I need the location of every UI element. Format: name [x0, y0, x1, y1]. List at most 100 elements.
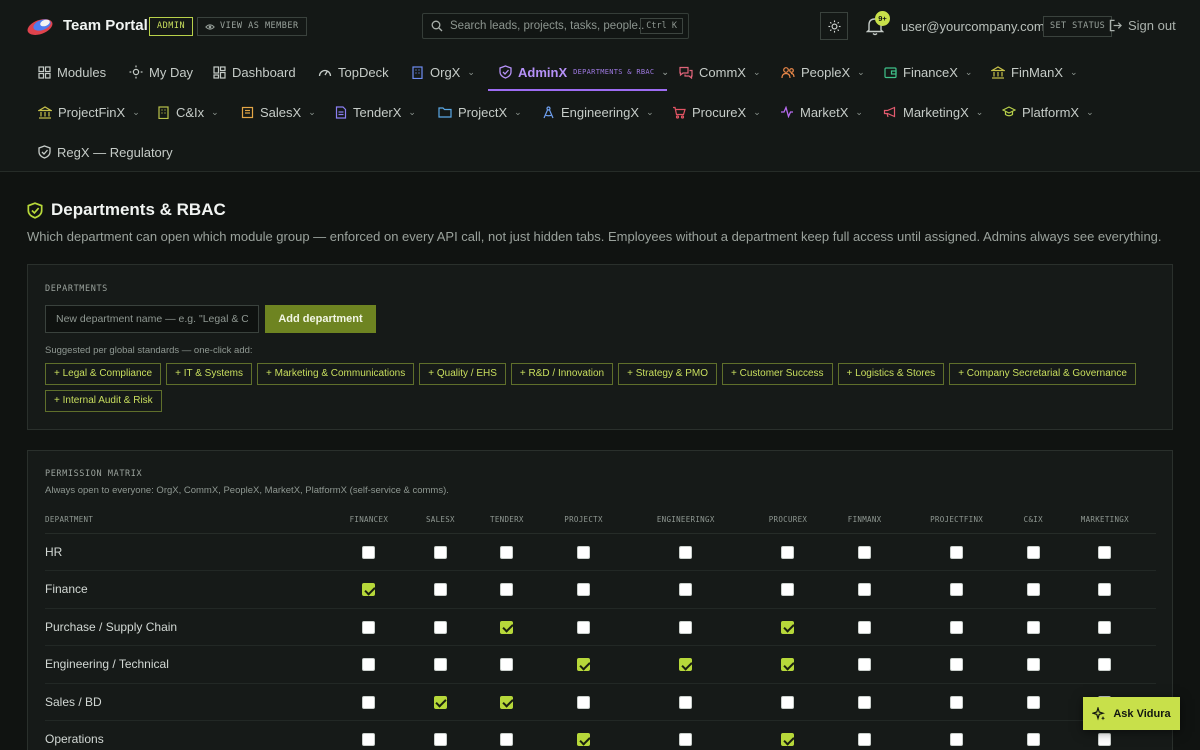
permission-checkbox[interactable] [1026, 695, 1040, 709]
permission-checkbox[interactable] [433, 620, 447, 634]
permission-checkbox[interactable] [679, 695, 693, 709]
permission-checkbox[interactable] [1026, 545, 1040, 559]
suggestion-chip[interactable]: + Legal & Compliance [45, 363, 162, 385]
sign-out-button[interactable]: Sign out [1109, 18, 1176, 33]
permission-checkbox[interactable] [433, 695, 447, 709]
nav-platformx[interactable]: PlatformX ⌄ [1002, 101, 1094, 123]
permission-checkbox[interactable] [362, 695, 376, 709]
permission-checkbox[interactable] [858, 545, 872, 559]
nav-marketx[interactable]: MarketX ⌄ [780, 101, 863, 123]
nav-orgx[interactable]: OrgX ⌄ [411, 61, 475, 83]
suggestion-chip[interactable]: + Company Secretarial & Governance [949, 363, 1136, 385]
permission-checkbox[interactable] [577, 545, 591, 559]
permission-checkbox[interactable] [1026, 620, 1040, 634]
new-department-input[interactable] [45, 305, 259, 333]
permission-checkbox[interactable] [950, 620, 964, 634]
permission-checkbox[interactable] [500, 695, 514, 709]
permission-checkbox[interactable] [362, 583, 376, 597]
suggestion-chip[interactable]: + IT & Systems [166, 363, 253, 385]
permission-checkbox[interactable] [433, 545, 447, 559]
nav-regx[interactable]: RegX — Regulatory [38, 141, 173, 163]
permission-checkbox[interactable] [433, 733, 447, 747]
permission-checkbox[interactable] [362, 545, 376, 559]
nav-topdeck[interactable]: TopDeck [318, 61, 389, 83]
permission-checkbox[interactable] [1098, 733, 1112, 747]
permission-checkbox[interactable] [1098, 620, 1112, 634]
permission-checkbox[interactable] [577, 658, 591, 672]
permission-checkbox[interactable] [362, 733, 376, 747]
nav-peoplex[interactable]: PeopleX ⌄ [781, 61, 865, 83]
permission-checkbox[interactable] [500, 620, 514, 634]
suggestion-chip[interactable]: + Quality / EHS [419, 363, 506, 385]
nav-tenderx[interactable]: TenderX ⌄ [335, 101, 416, 123]
permission-checkbox[interactable] [433, 658, 447, 672]
permission-checkbox[interactable] [950, 583, 964, 597]
permission-checkbox[interactable] [500, 545, 514, 559]
permission-checkbox[interactable] [781, 583, 795, 597]
nav-dashboard[interactable]: Dashboard [213, 61, 296, 83]
permission-checkbox[interactable] [1026, 733, 1040, 747]
nav-commx[interactable]: CommX ⌄ [679, 61, 761, 83]
suggestion-chip[interactable]: + Internal Audit & Risk [45, 390, 162, 412]
logo-icon[interactable] [26, 15, 54, 37]
permission-checkbox[interactable] [577, 695, 591, 709]
permission-checkbox[interactable] [858, 733, 872, 747]
nav-engineeringx[interactable]: EngineeringX ⌄ [542, 101, 654, 123]
nav-procurex[interactable]: ProcureX ⌄ [672, 101, 761, 123]
user-email[interactable]: user@yourcompany.com [901, 19, 1045, 34]
permission-checkbox[interactable] [950, 695, 964, 709]
nav-projectx[interactable]: ProjectX ⌄ [438, 101, 522, 123]
permission-checkbox[interactable] [362, 620, 376, 634]
add-department-button[interactable]: Add department [265, 305, 376, 333]
permission-checkbox[interactable] [950, 733, 964, 747]
permission-checkbox[interactable] [1098, 658, 1112, 672]
permission-checkbox[interactable] [679, 583, 693, 597]
nav-finmanx[interactable]: FinManX ⌄ [991, 61, 1078, 83]
permission-checkbox[interactable] [679, 733, 693, 747]
nav-cix[interactable]: C&Ix ⌄ [157, 101, 219, 123]
permission-checkbox[interactable] [500, 733, 514, 747]
app-title[interactable]: Team Portal [63, 17, 148, 34]
permission-checkbox[interactable] [577, 733, 591, 747]
permission-checkbox[interactable] [858, 583, 872, 597]
suggestion-chip[interactable]: + Strategy & PMO [618, 363, 717, 385]
permission-checkbox[interactable] [679, 658, 693, 672]
permission-checkbox[interactable] [781, 620, 795, 634]
permission-checkbox[interactable] [500, 583, 514, 597]
nav-marketingx[interactable]: MarketingX ⌄ [883, 101, 983, 123]
suggestion-chip[interactable]: + Logistics & Stores [837, 363, 945, 385]
view-as-member-button[interactable]: VIEW AS MEMBER [197, 17, 307, 36]
theme-toggle-button[interactable] [820, 12, 848, 40]
permission-checkbox[interactable] [858, 695, 872, 709]
set-status-button[interactable]: SET STATUS [1043, 16, 1113, 37]
permission-checkbox[interactable] [781, 733, 795, 747]
suggestion-chip[interactable]: + R&D / Innovation [510, 363, 614, 385]
permission-checkbox[interactable] [1026, 583, 1040, 597]
permission-checkbox[interactable] [433, 583, 447, 597]
nav-financex[interactable]: FinanceX ⌄ [884, 61, 972, 83]
permission-checkbox[interactable] [1026, 658, 1040, 672]
permission-checkbox[interactable] [950, 658, 964, 672]
suggestion-chip[interactable]: + Marketing & Communications [257, 363, 415, 385]
permission-checkbox[interactable] [950, 545, 964, 559]
permission-checkbox[interactable] [781, 695, 795, 709]
nav-adminx[interactable]: AdminX DEPARTMENTS & RBAC ⌄ [499, 61, 669, 83]
permission-checkbox[interactable] [781, 545, 795, 559]
nav-salesx[interactable]: SalesX ⌄ [241, 101, 316, 123]
search-input[interactable] [450, 20, 645, 32]
permission-checkbox[interactable] [1098, 583, 1112, 597]
permission-checkbox[interactable] [500, 658, 514, 672]
permission-checkbox[interactable] [679, 620, 693, 634]
nav-projectfinx[interactable]: ProjectFinX ⌄ [38, 101, 140, 123]
suggestion-chip[interactable]: + Customer Success [721, 363, 833, 385]
ask-vidura-button[interactable]: Ask Vidura [1083, 697, 1180, 730]
permission-checkbox[interactable] [577, 583, 591, 597]
permission-checkbox[interactable] [362, 658, 376, 672]
permission-checkbox[interactable] [1098, 545, 1112, 559]
nav-modules[interactable]: Modules [38, 61, 106, 83]
permission-checkbox[interactable] [781, 658, 795, 672]
permission-checkbox[interactable] [858, 620, 872, 634]
permission-checkbox[interactable] [679, 545, 693, 559]
nav-my-day[interactable]: My Day [129, 61, 193, 83]
permission-checkbox[interactable] [577, 620, 591, 634]
